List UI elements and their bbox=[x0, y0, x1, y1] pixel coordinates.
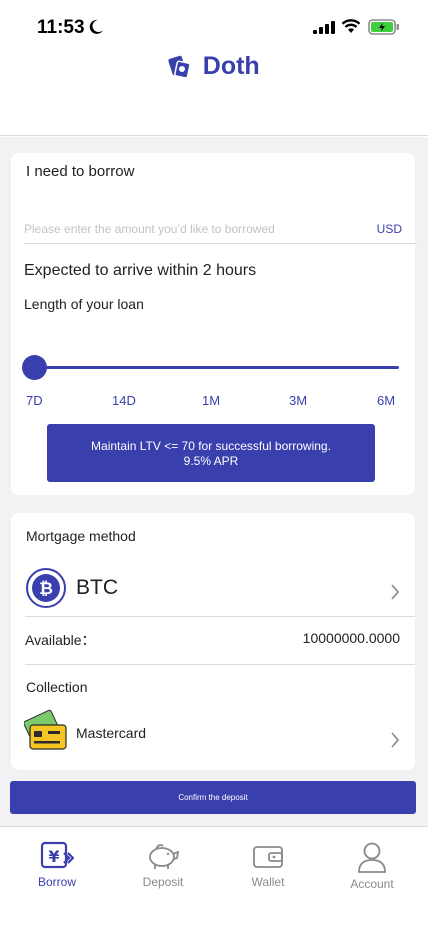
collection-method-label[interactable]: Mastercard bbox=[76, 725, 146, 741]
battery-charging-icon bbox=[368, 19, 399, 35]
mortgage-asset-label: BTC bbox=[76, 576, 118, 599]
term-option-7d[interactable]: 7D bbox=[26, 393, 43, 408]
nav-account-label: Account bbox=[350, 877, 394, 891]
brand-name: Doth bbox=[202, 52, 260, 80]
moon-icon bbox=[89, 19, 103, 34]
nav-borrow[interactable]: ¥ Borrow bbox=[17, 841, 97, 889]
bitcoin-icon: ₿ bbox=[26, 568, 66, 608]
borrow-title: I need to borrow bbox=[26, 163, 135, 180]
status-bar: 11:53 bbox=[0, 0, 428, 50]
wallet-icon bbox=[253, 846, 283, 868]
nav-deposit[interactable]: Deposit bbox=[123, 841, 203, 889]
svg-text:₿: ₿ bbox=[39, 579, 53, 599]
term-option-1m[interactable]: 1M bbox=[202, 393, 220, 408]
borrow-amount-input[interactable] bbox=[24, 219, 364, 239]
borrow-icon: ¥ bbox=[40, 841, 74, 869]
available-value: 10000000.0000 bbox=[302, 630, 400, 646]
divider bbox=[25, 664, 415, 665]
divider bbox=[25, 616, 415, 617]
loan-length-label: Length of your loan bbox=[24, 296, 144, 312]
input-divider bbox=[24, 243, 417, 244]
nav-borrow-label: Borrow bbox=[37, 875, 76, 889]
confirm-deposit-button[interactable]: Confirm the deposit bbox=[10, 781, 416, 814]
apr-rate: 9.5% APR bbox=[183, 454, 239, 468]
term-option-14d[interactable]: 14D bbox=[112, 393, 136, 408]
ltv-info-banner: Maintain LTV <= 70 for successful borrow… bbox=[47, 424, 375, 482]
person-icon bbox=[358, 842, 386, 873]
svg-text:¥: ¥ bbox=[48, 847, 59, 866]
doth-logo-icon bbox=[168, 55, 191, 79]
piggy-bank-icon bbox=[149, 844, 180, 869]
mortgage-card: Mortgage method ₿ BTC Available： 1000000… bbox=[11, 513, 415, 770]
app-header: Doth bbox=[0, 50, 428, 136]
nav-wallet-label: Wallet bbox=[251, 875, 285, 889]
nav-account[interactable]: Account bbox=[332, 841, 412, 891]
chevron-right-icon[interactable] bbox=[390, 732, 400, 748]
borrow-card: I need to borrow USD Expected to arrive … bbox=[11, 153, 417, 495]
available-label: Available： bbox=[25, 632, 96, 648]
mortgage-title: Mortgage method bbox=[26, 528, 136, 544]
wifi-icon bbox=[341, 19, 361, 33]
chevron-right-icon[interactable] bbox=[390, 584, 400, 600]
term-option-3m[interactable]: 3M bbox=[289, 393, 307, 408]
currency-label: USD bbox=[376, 222, 402, 236]
nav-deposit-label: Deposit bbox=[142, 875, 184, 889]
cellular-signal-icon bbox=[313, 21, 335, 34]
bottom-nav: ¥ Borrow Deposit Wallet Account bbox=[0, 826, 428, 926]
loan-length-slider-track[interactable] bbox=[35, 366, 399, 369]
arrival-estimate: Expected to arrive within 2 hours bbox=[24, 262, 257, 279]
ltv-requirement: Maintain LTV <= 70 for successful borrow… bbox=[91, 439, 331, 453]
loan-length-slider-thumb[interactable] bbox=[22, 355, 47, 380]
nav-wallet[interactable]: Wallet bbox=[228, 841, 308, 889]
term-option-6m[interactable]: 6M bbox=[377, 393, 395, 408]
credit-card-icon bbox=[24, 709, 67, 750]
status-time: 11:53 bbox=[37, 17, 85, 38]
mortgage-asset-selector[interactable]: ₿ BTC bbox=[11, 560, 415, 616]
brand: Doth bbox=[0, 52, 428, 81]
collection-label: Collection bbox=[26, 679, 88, 695]
